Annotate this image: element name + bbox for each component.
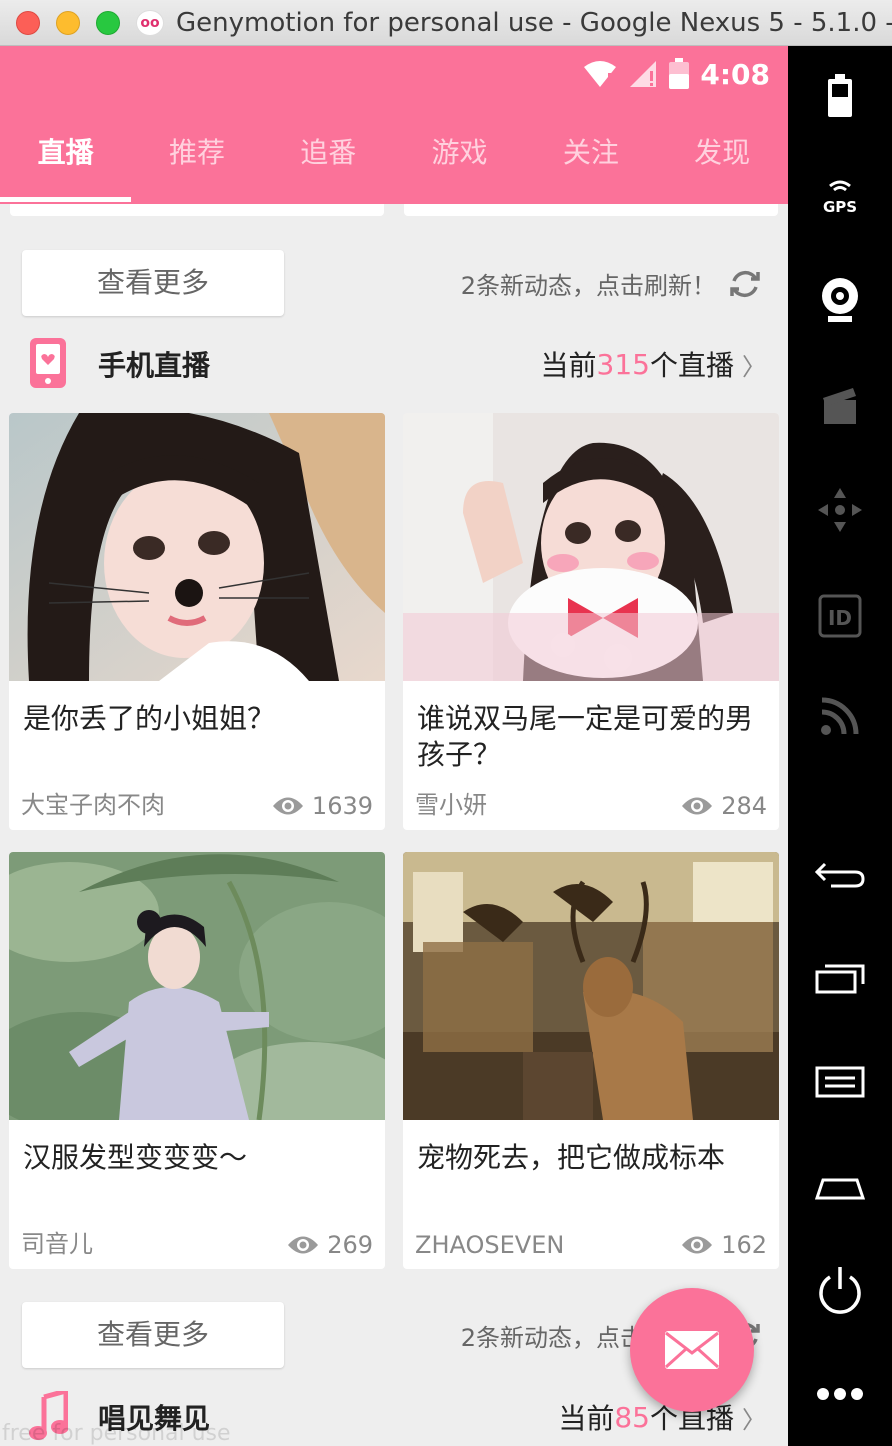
card-title: 汉服发型变变变～ bbox=[23, 1141, 248, 1174]
id-card-icon: ID bbox=[818, 594, 862, 638]
id-label: ID bbox=[828, 606, 852, 630]
view-count-value: 269 bbox=[327, 1231, 373, 1259]
tab-recommend[interactable]: 推荐 bbox=[131, 118, 262, 204]
zoom-window-button[interactable] bbox=[96, 11, 120, 35]
live-card[interactable]: 谁说双马尾一定是可爱的男孩子？ 雪小妍 284 bbox=[403, 413, 779, 830]
emulator-toolbar: GPS ID bbox=[788, 46, 892, 1446]
live-thumbnail bbox=[9, 852, 385, 1120]
refresh-text: 2条新动态，点击刷新！ bbox=[460, 272, 716, 300]
app-header: 4:08 直播 推荐 追番 游戏 关注 发现 bbox=[0, 46, 788, 204]
card-view-count: 284 bbox=[681, 792, 767, 820]
tab-bar: 直播 推荐 追番 游戏 关注 发现 bbox=[0, 118, 788, 204]
signal-icon bbox=[630, 61, 657, 87]
section-title: 手机直播 bbox=[98, 349, 211, 382]
count-prefix: 当前 bbox=[540, 349, 597, 382]
chevron-right-icon: 〉 bbox=[742, 352, 766, 381]
gps-widget-button[interactable]: GPS bbox=[788, 166, 892, 226]
view-count-value: 284 bbox=[721, 792, 767, 820]
emulator-window: oo Genymotion for personal use - Google … bbox=[0, 0, 892, 1446]
card-owner: 大宝子肉不肉 bbox=[21, 791, 165, 819]
phone-screen: 4:08 直播 推荐 追番 游戏 关注 发现 查看更多 2条新动态，点击刷新！ … bbox=[0, 46, 788, 1446]
webcam-widget-button[interactable] bbox=[788, 270, 892, 330]
menu-icon bbox=[815, 1066, 865, 1098]
minimize-window-button[interactable] bbox=[56, 11, 80, 35]
live-thumbnail bbox=[9, 413, 385, 681]
count-prefix: 当前 bbox=[558, 1402, 615, 1435]
section-header-mobile-live[interactable]: 手机直播 当前 315 个直播 〉 bbox=[0, 338, 788, 398]
device-id-widget-button[interactable]: ID bbox=[788, 586, 892, 646]
refresh-prompt[interactable]: 2条新动态，点击刷新！ bbox=[461, 266, 762, 301]
card-view-count: 162 bbox=[681, 1231, 767, 1259]
phone-live-icon bbox=[30, 338, 66, 388]
eye-icon bbox=[682, 1236, 713, 1254]
refresh-icon bbox=[730, 270, 760, 297]
eye-icon bbox=[272, 797, 303, 815]
webcam-icon bbox=[822, 278, 858, 322]
battery-icon bbox=[828, 74, 852, 117]
live-card[interactable]: 汉服发型变变变～ 司音儿 269 bbox=[9, 852, 385, 1269]
back-arrow-icon bbox=[815, 862, 865, 888]
tab-live[interactable]: 直播 bbox=[0, 118, 132, 204]
tab-bangumi[interactable]: 追番 bbox=[263, 118, 394, 204]
wifi-icon bbox=[584, 61, 617, 88]
card-title: 是你丢了的小姐姐？ bbox=[23, 702, 276, 735]
mail-icon bbox=[664, 1331, 720, 1369]
gps-icon: GPS bbox=[823, 180, 857, 216]
previous-card-edge bbox=[10, 204, 384, 216]
live-thumbnail bbox=[403, 413, 779, 681]
recent-apps-icon bbox=[815, 964, 865, 994]
dpad-icon bbox=[818, 488, 862, 532]
live-thumbnail bbox=[403, 852, 779, 1120]
power-button[interactable] bbox=[788, 1260, 892, 1320]
battery-icon bbox=[669, 58, 690, 89]
tab-games[interactable]: 游戏 bbox=[394, 118, 525, 204]
power-icon bbox=[819, 1267, 861, 1314]
card-owner: 雪小妍 bbox=[415, 791, 487, 819]
live-card[interactable]: 是你丢了的小姐姐？ 大宝子肉不肉 1639 bbox=[9, 413, 385, 830]
recent-apps-button[interactable] bbox=[788, 948, 892, 1008]
section-live-count[interactable]: 当前 315 个直播 〉 bbox=[541, 344, 766, 384]
eye-icon bbox=[682, 797, 713, 815]
menu-button[interactable] bbox=[788, 1052, 892, 1112]
remote-control-widget-button[interactable] bbox=[788, 480, 892, 540]
card-owner: 司音儿 bbox=[21, 1230, 93, 1258]
home-button[interactable] bbox=[788, 1156, 892, 1216]
gps-label: GPS bbox=[823, 198, 857, 216]
view-count-value: 162 bbox=[721, 1231, 767, 1259]
status-bar: 4:08 bbox=[582, 56, 770, 92]
previous-card-edge bbox=[404, 204, 778, 216]
tab-following[interactable]: 关注 bbox=[525, 118, 656, 204]
home-icon bbox=[815, 1178, 865, 1200]
message-fab[interactable] bbox=[630, 1288, 754, 1412]
close-window-button[interactable] bbox=[16, 11, 40, 35]
card-owner: ZHAOSEVEN bbox=[415, 1231, 565, 1259]
chevron-right-icon: 〉 bbox=[742, 1405, 766, 1434]
clapperboard-icon bbox=[823, 388, 856, 424]
screencast-widget-button[interactable] bbox=[788, 376, 892, 436]
live-card[interactable]: 宠物死去，把它做成标本 ZHAOSEVEN 162 bbox=[403, 852, 779, 1269]
broadcast-icon bbox=[821, 697, 859, 735]
eye-icon bbox=[288, 1236, 319, 1254]
more-dots-icon bbox=[817, 1388, 863, 1400]
count-number: 315 bbox=[596, 347, 650, 381]
card-view-count: 1639 bbox=[272, 792, 373, 820]
watermark: free for personal use bbox=[2, 1421, 231, 1446]
clock: 4:08 bbox=[700, 57, 770, 91]
window-titlebar: oo Genymotion for personal use - Google … bbox=[0, 0, 892, 46]
card-view-count: 269 bbox=[287, 1231, 373, 1259]
cast-widget-button[interactable] bbox=[788, 686, 892, 746]
see-more-button[interactable]: 查看更多 bbox=[22, 250, 284, 316]
card-title: 谁说双马尾一定是可爱的男孩子？ bbox=[417, 702, 754, 771]
back-button[interactable] bbox=[788, 844, 892, 904]
count-number: 85 bbox=[614, 1400, 650, 1434]
battery-widget-button[interactable] bbox=[788, 66, 892, 126]
count-suffix: 个直播 bbox=[649, 349, 734, 382]
card-title: 宠物死去，把它做成标本 bbox=[417, 1141, 726, 1174]
more-options-button[interactable] bbox=[788, 1364, 892, 1424]
view-count-value: 1639 bbox=[311, 792, 373, 820]
see-more-button[interactable]: 查看更多 bbox=[22, 1302, 284, 1368]
tab-discover[interactable]: 发现 bbox=[656, 118, 787, 204]
window-title: Genymotion for personal use - Google Nex… bbox=[176, 8, 892, 38]
genymotion-logo-icon: oo bbox=[136, 10, 164, 36]
